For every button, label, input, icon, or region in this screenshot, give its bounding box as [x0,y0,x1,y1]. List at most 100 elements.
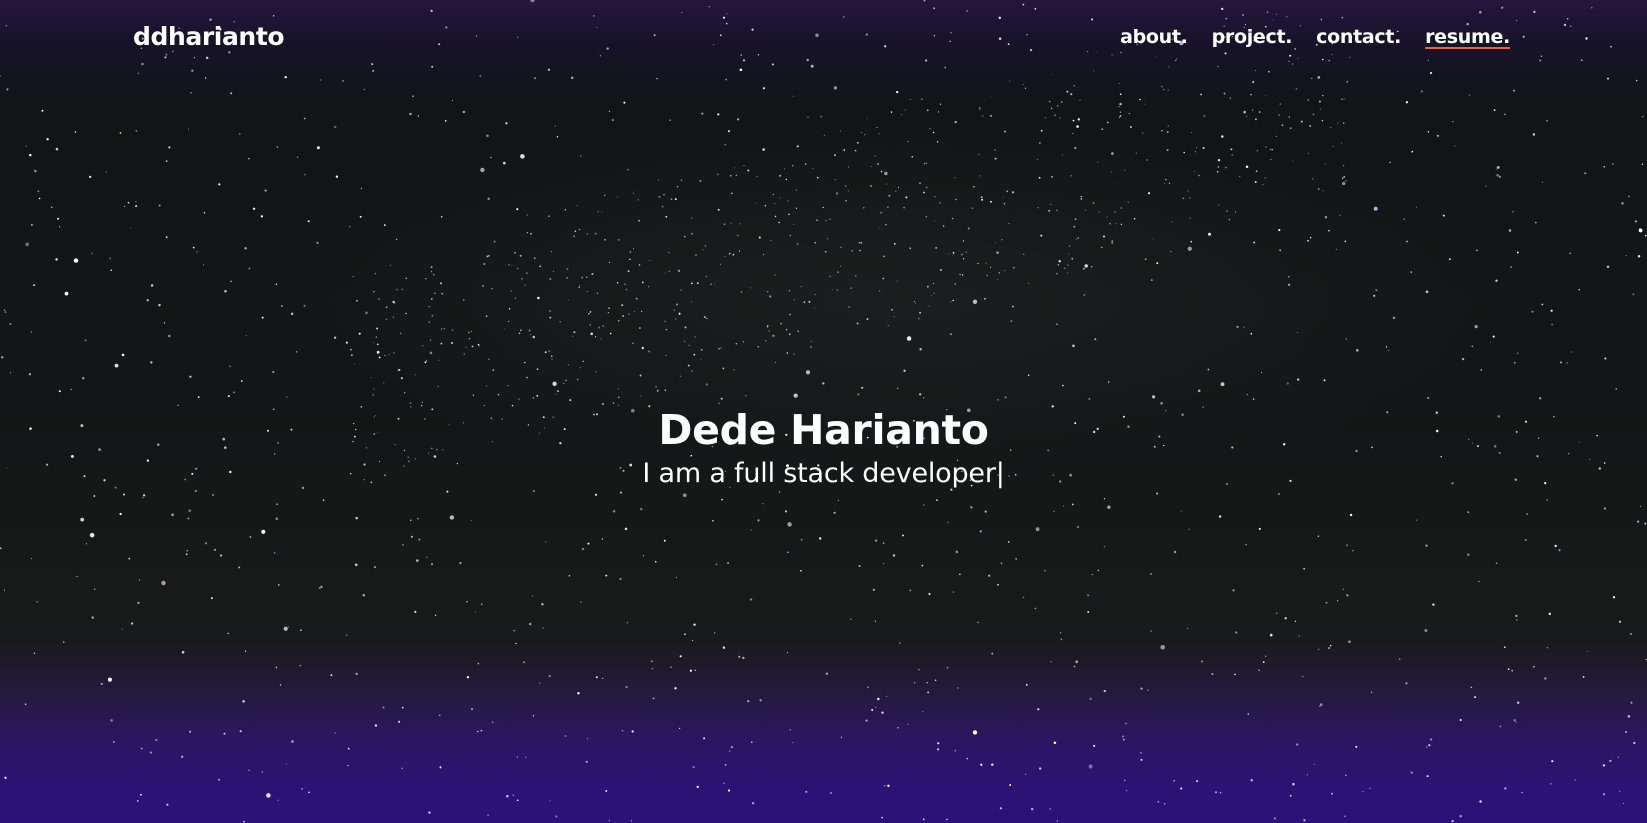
star [914,302,916,304]
star [977,621,979,624]
star [73,258,79,263]
star [612,509,616,513]
star [85,543,87,545]
star [734,167,736,169]
star [401,288,403,290]
star [548,215,550,217]
star [576,378,579,381]
star [1223,92,1226,95]
star [204,542,208,545]
star [638,219,640,222]
star [1187,627,1189,629]
star [552,381,557,386]
star [961,253,963,256]
star [764,205,767,207]
star [795,207,798,209]
star [1427,397,1430,399]
brand-logo-link[interactable]: ddharianto [133,22,285,51]
star [333,125,337,129]
star [335,175,339,178]
star [762,503,764,505]
star [1495,562,1498,564]
star [837,271,839,273]
star [1574,779,1576,781]
star [789,234,791,237]
star [848,306,850,308]
star [168,146,171,149]
star [477,730,479,733]
star [586,291,588,293]
star [434,292,436,294]
star [1566,362,1569,364]
star [1389,161,1391,164]
star [797,330,799,333]
star [1546,499,1548,501]
star [684,326,687,329]
star [851,249,854,252]
star [181,650,185,654]
star [1124,779,1126,782]
nav-link-project[interactable]: project. [1212,26,1293,48]
star [89,532,95,538]
nav-link-contact[interactable]: contact. [1316,26,1401,48]
star [1061,101,1063,103]
star [654,560,657,563]
star [896,280,898,282]
star [936,499,938,501]
star [1271,148,1274,151]
star [1313,763,1315,765]
star [816,176,819,179]
star [55,147,59,151]
star [1534,221,1537,224]
star [678,727,681,730]
star [276,146,278,148]
star [1252,109,1254,111]
star [1080,195,1083,198]
star [121,353,125,357]
nav-link-about[interactable]: about. [1120,26,1188,48]
star [345,341,348,344]
star [346,634,348,636]
star [552,270,555,272]
star [957,687,959,689]
star [692,766,695,769]
star [1331,792,1333,795]
star [887,325,889,327]
star [876,126,878,128]
star [539,682,541,684]
star [51,206,53,208]
star [1049,808,1052,810]
star [766,325,769,327]
star [1344,240,1347,243]
star [775,361,776,363]
star [1066,90,1069,93]
star [530,334,532,336]
nav-link-resume[interactable]: resume. [1425,26,1510,48]
star [1330,126,1332,128]
star [557,390,559,392]
star [860,131,862,133]
star [714,632,716,634]
star [1059,117,1061,119]
star [113,741,115,743]
star [1349,513,1353,517]
star [275,283,278,285]
star [1,356,4,359]
star [877,162,879,165]
star [609,332,612,335]
star [1239,176,1241,178]
star [1150,279,1153,282]
star [919,182,921,185]
star [3,309,6,311]
star [375,336,377,338]
star [874,155,876,157]
star [1160,645,1165,650]
star [1151,395,1156,399]
star [1319,108,1321,110]
star [1106,216,1108,218]
star [1513,719,1516,722]
star [93,495,96,497]
star [516,267,519,270]
star [135,201,137,203]
star [870,165,872,167]
